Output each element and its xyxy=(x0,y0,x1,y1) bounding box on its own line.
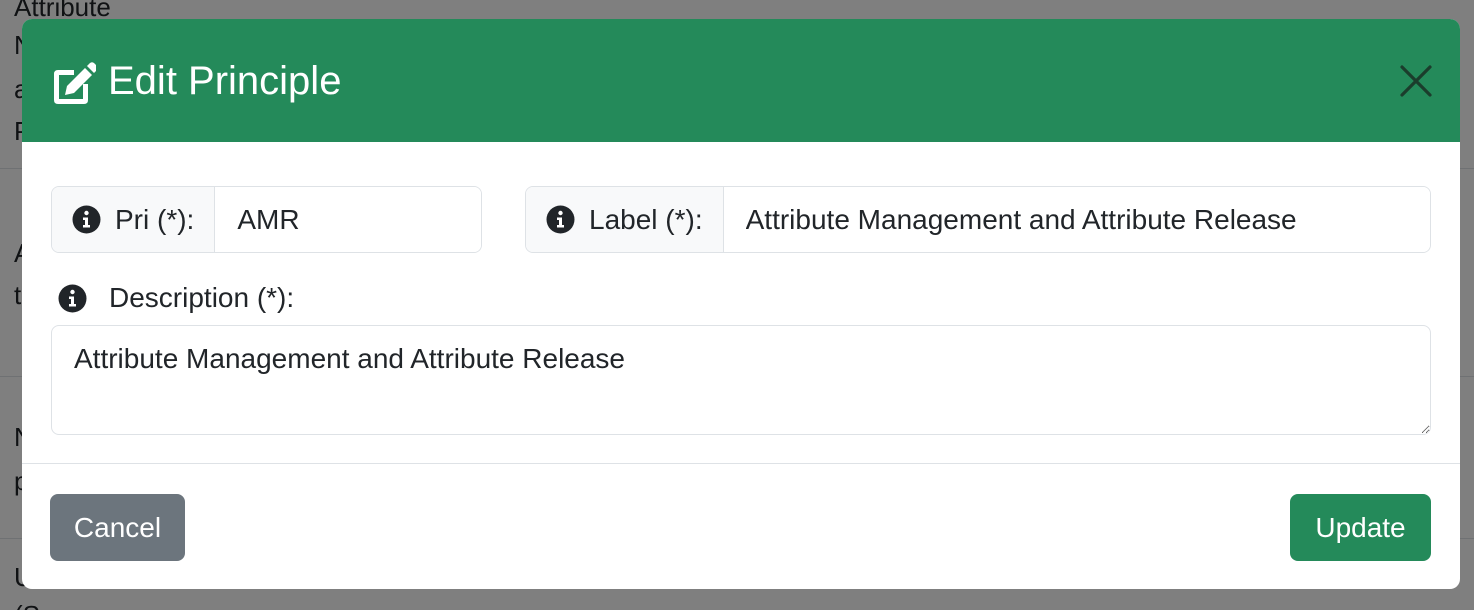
cancel-button[interactable]: Cancel xyxy=(50,494,185,561)
close-icon[interactable] xyxy=(1398,63,1434,99)
edit-icon xyxy=(50,61,98,108)
description-label: Description (*): xyxy=(109,282,295,313)
label-label: Label (*): xyxy=(589,203,703,235)
edit-principle-modal: Edit Principle Pri (*): AMR Label (*): A… xyxy=(22,19,1460,589)
description-textarea[interactable]: Attribute Management and Attribute Relea… xyxy=(51,325,1431,435)
pri-addon: Pri (*): xyxy=(52,187,216,252)
info-icon[interactable] xyxy=(72,205,101,234)
pri-input-group: Pri (*): xyxy=(51,186,482,253)
label-input-group: Label (*): xyxy=(525,186,1431,253)
modal-header: Edit Principle xyxy=(22,19,1460,142)
pri-label: Pri (*): xyxy=(115,203,195,235)
field-row: Pri (*): Label (*): xyxy=(51,186,1431,253)
info-icon[interactable] xyxy=(546,205,575,234)
label-input[interactable] xyxy=(723,187,1430,252)
update-button[interactable]: Update xyxy=(1290,494,1431,561)
modal-footer: Cancel Update xyxy=(22,463,1460,589)
info-icon[interactable] xyxy=(58,284,87,313)
description-label-row: Description (*): xyxy=(51,281,1431,315)
pri-input[interactable] xyxy=(215,187,481,252)
modal-title: Edit Principle xyxy=(108,58,342,103)
label-addon: Label (*): xyxy=(526,187,724,252)
modal-body: Pri (*): Label (*): xyxy=(22,142,1460,464)
